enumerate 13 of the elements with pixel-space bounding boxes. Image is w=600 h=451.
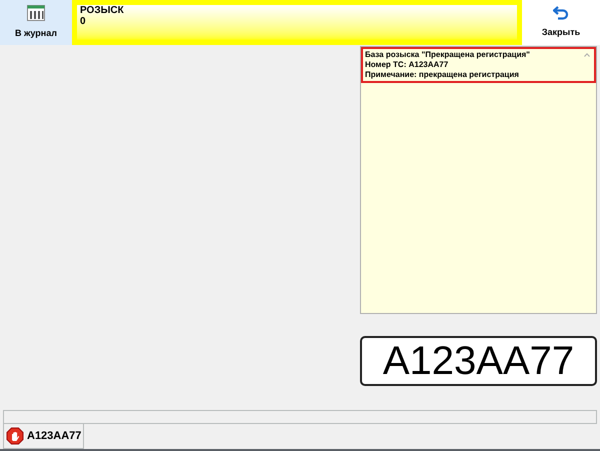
license-plate: А123АА77 bbox=[360, 336, 597, 386]
alert-title: РОЗЫСК bbox=[80, 5, 125, 16]
details-line: Примечание: прекращена регистрация bbox=[365, 70, 519, 80]
table-icon bbox=[27, 4, 45, 21]
scroll-up-icon bbox=[584, 53, 590, 57]
details-line: База розыска "Прекращена регистрация" bbox=[365, 50, 530, 60]
details-line: Номер ТС: А123АА77 bbox=[365, 60, 448, 70]
alert-count: 0 bbox=[80, 16, 87, 27]
journal-button[interactable]: В журнал bbox=[0, 0, 72, 45]
undo-arrow-icon bbox=[553, 6, 569, 20]
close-button[interactable]: Закрыть bbox=[522, 0, 600, 45]
tab[interactable]: А123АА77 bbox=[3, 424, 84, 449]
stop-hand-icon bbox=[6, 427, 24, 445]
